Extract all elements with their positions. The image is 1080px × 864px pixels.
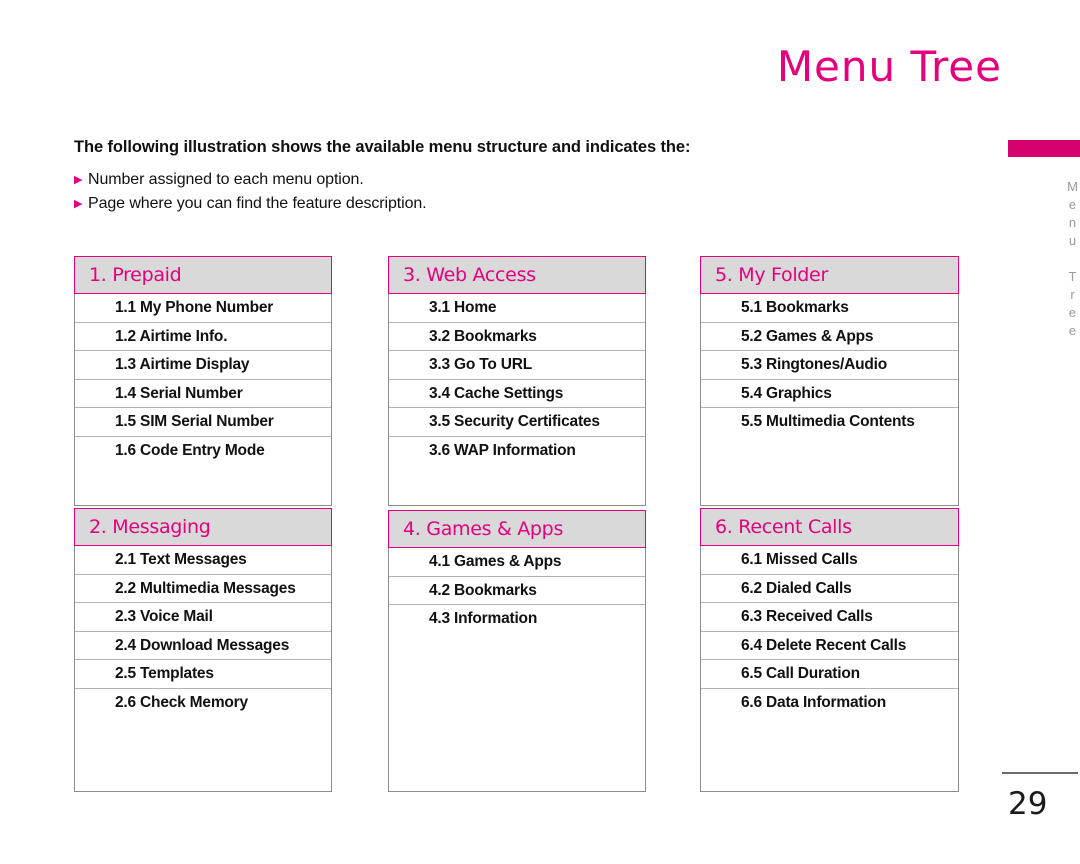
menu-table-header: 4. Games & Apps bbox=[388, 510, 646, 548]
menu-item-row[interactable]: 3.1 Home bbox=[389, 294, 645, 323]
menu-table-body: 2.1 Text Messages 2.2 Multimedia Message… bbox=[74, 546, 332, 792]
menu-item-row[interactable]: 4.3 Information bbox=[389, 605, 645, 634]
menu-table-body: 6.1 Missed Calls 6.2 Dialed Calls 6.3 Re… bbox=[700, 546, 959, 792]
menu-item-row[interactable]: 4.1 Games & Apps bbox=[389, 548, 645, 577]
menu-item-row[interactable]: 3.4 Cache Settings bbox=[389, 380, 645, 408]
menu-item-row[interactable]: 2.1 Text Messages bbox=[75, 546, 331, 575]
menu-item-row[interactable]: 3.3 Go To URL bbox=[389, 351, 645, 380]
menu-tree-tables: 1. Prepaid 1.1 My Phone Number 1.2 Airti… bbox=[0, 0, 1080, 864]
menu-table-messaging: 2. Messaging 2.1 Text Messages 2.2 Multi… bbox=[74, 508, 332, 792]
section-tab: Menu Tree bbox=[1008, 140, 1080, 341]
menu-item-row[interactable]: 2.2 Multimedia Messages bbox=[75, 575, 331, 603]
footer-rule bbox=[1002, 772, 1078, 774]
menu-table-header: 6. Recent Calls bbox=[700, 508, 959, 546]
menu-table-header: 3. Web Access bbox=[388, 256, 646, 294]
menu-item-row[interactable]: 6.3 Received Calls bbox=[701, 603, 958, 632]
menu-item-row[interactable]: 3.5 Security Certificates bbox=[389, 408, 645, 437]
page-number: 29 bbox=[1008, 786, 1048, 822]
menu-table-my-folder: 5. My Folder 5.1 Bookmarks 5.2 Games & A… bbox=[700, 256, 959, 506]
menu-table-games-and-apps: 4. Games & Apps 4.1 Games & Apps 4.2 Boo… bbox=[388, 510, 646, 792]
menu-item-row[interactable]: 6.1 Missed Calls bbox=[701, 546, 958, 575]
page-footer: 29 bbox=[1002, 772, 1080, 822]
menu-table-prepaid: 1. Prepaid 1.1 My Phone Number 1.2 Airti… bbox=[74, 256, 332, 506]
menu-table-header: 5. My Folder bbox=[700, 256, 959, 294]
menu-table-body: 1.1 My Phone Number 1.2 Airtime Info. 1.… bbox=[74, 294, 332, 506]
menu-item-row[interactable]: 3.6 WAP Information bbox=[389, 437, 645, 466]
section-tab-label: Menu Tree bbox=[1065, 179, 1080, 341]
menu-item-row[interactable]: 2.5 Templates bbox=[75, 660, 331, 689]
menu-item-row[interactable]: 5.1 Bookmarks bbox=[701, 294, 958, 323]
menu-table-recent-calls: 6. Recent Calls 6.1 Missed Calls 6.2 Dia… bbox=[700, 508, 959, 792]
menu-item-row[interactable]: 6.4 Delete Recent Calls bbox=[701, 632, 958, 660]
menu-item-row[interactable]: 6.6 Data Information bbox=[701, 689, 958, 718]
menu-item-row[interactable]: 3.2 Bookmarks bbox=[389, 323, 645, 351]
menu-table-body: 5.1 Bookmarks 5.2 Games & Apps 5.3 Ringt… bbox=[700, 294, 959, 506]
menu-table-web-access: 3. Web Access 3.1 Home 3.2 Bookmarks 3.3… bbox=[388, 256, 646, 506]
menu-item-row[interactable]: 4.2 Bookmarks bbox=[389, 577, 645, 605]
menu-item-row[interactable]: 1.4 Serial Number bbox=[75, 380, 331, 408]
menu-item-row[interactable]: 5.2 Games & Apps bbox=[701, 323, 958, 351]
menu-item-row[interactable]: 2.4 Download Messages bbox=[75, 632, 331, 660]
menu-item-row[interactable]: 2.3 Voice Mail bbox=[75, 603, 331, 632]
menu-item-row[interactable]: 6.5 Call Duration bbox=[701, 660, 958, 689]
menu-item-row[interactable]: 5.4 Graphics bbox=[701, 380, 958, 408]
menu-item-row[interactable]: 1.3 Airtime Display bbox=[75, 351, 331, 380]
menu-item-row[interactable]: 1.1 My Phone Number bbox=[75, 294, 331, 323]
menu-item-row[interactable]: 5.3 Ringtones/Audio bbox=[701, 351, 958, 380]
menu-table-header: 1. Prepaid bbox=[74, 256, 332, 294]
section-tab-accent-bar bbox=[1008, 140, 1080, 157]
menu-item-row[interactable]: 5.5 Multimedia Contents bbox=[701, 408, 958, 437]
menu-table-body: 3.1 Home 3.2 Bookmarks 3.3 Go To URL 3.4… bbox=[388, 294, 646, 506]
menu-item-row[interactable]: 1.6 Code Entry Mode bbox=[75, 437, 331, 466]
menu-item-row[interactable]: 2.6 Check Memory bbox=[75, 689, 331, 718]
menu-table-header: 2. Messaging bbox=[74, 508, 332, 546]
menu-table-body: 4.1 Games & Apps 4.2 Bookmarks 4.3 Infor… bbox=[388, 548, 646, 792]
menu-item-row[interactable]: 1.5 SIM Serial Number bbox=[75, 408, 331, 437]
menu-item-row[interactable]: 6.2 Dialed Calls bbox=[701, 575, 958, 603]
menu-item-row[interactable]: 1.2 Airtime Info. bbox=[75, 323, 331, 351]
